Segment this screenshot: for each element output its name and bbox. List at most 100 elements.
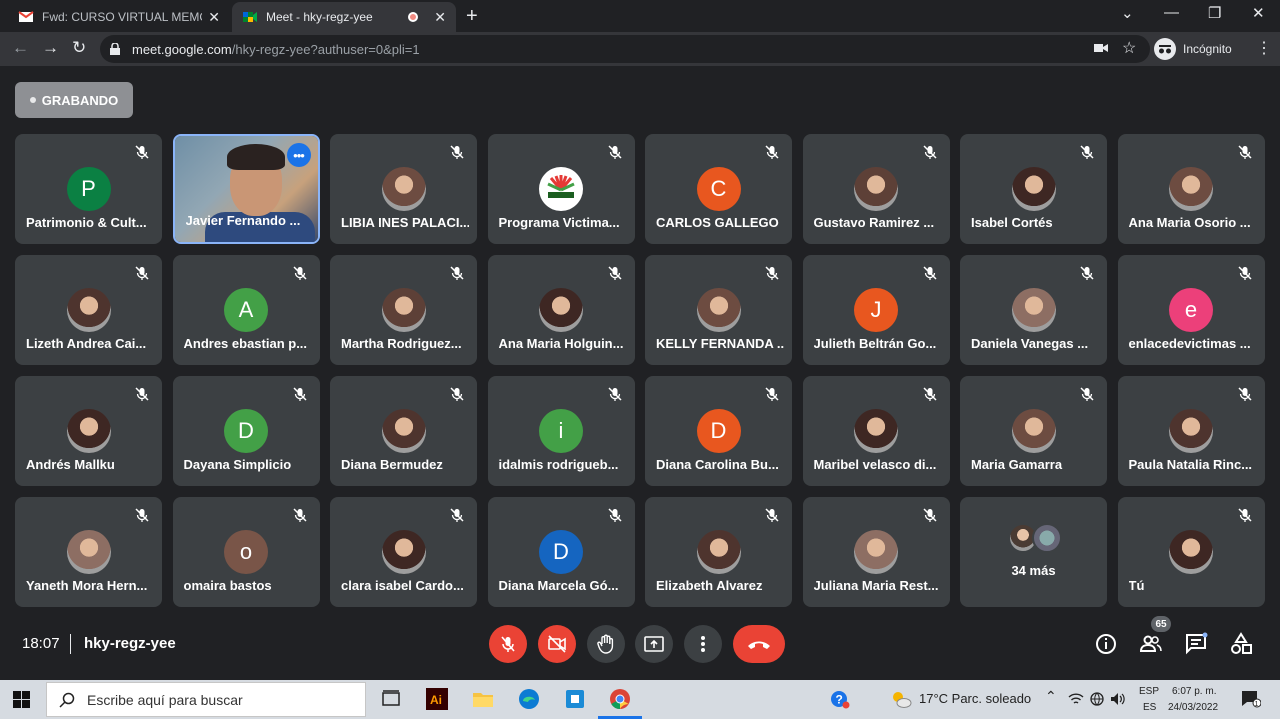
recording-icon <box>29 97 36 103</box>
participant-name: Daniela Vanegas ... <box>971 336 1089 351</box>
participant-tile[interactable]: D Diana Carolina Bu... <box>645 376 792 486</box>
participant-tile[interactable]: C CARLOS GALLEGO <box>645 134 792 244</box>
participant-tile[interactable]: Daniela Vanegas ... <box>960 255 1107 365</box>
back-icon[interactable]: ← <box>12 38 29 58</box>
more-options-icon[interactable]: ••• <box>286 143 311 167</box>
forward-icon[interactable]: → <box>42 38 59 58</box>
recording-badge[interactable]: GRABANDO <box>15 82 133 118</box>
participant-tile[interactable]: A Andres ebastian p... <box>172 255 320 365</box>
leave-call-button[interactable] <box>733 625 785 663</box>
store-icon[interactable] <box>564 688 586 710</box>
tab-gmail[interactable]: Fwd: CURSO VIRTUAL MEMORIA ✕ <box>8 2 230 32</box>
weather-text[interactable]: 17°C Parc. soleado <box>919 691 1031 706</box>
toggle-mic-button[interactable] <box>489 625 527 663</box>
camera-off-icon <box>548 635 566 653</box>
participant-tile[interactable]: Andrés Mallku <box>15 376 162 486</box>
mic-muted-icon <box>134 144 150 160</box>
participant-tile-self[interactable]: Tú <box>1117 497 1265 607</box>
address-bar[interactable]: meet.google.com/hky-regz-yee?authuser=0&… <box>100 35 1150 63</box>
hand-icon <box>597 634 614 654</box>
volume-icon[interactable] <box>1110 692 1126 706</box>
participant-tile[interactable]: i idalmis rodrigueb... <box>487 376 635 486</box>
participant-name: Martha Rodriguez... <box>341 336 462 351</box>
tab-meet[interactable]: Meet - hky-regz-yee ✕ <box>232 2 456 32</box>
participant-tile[interactable]: P Patrimonio & Cult... <box>15 134 162 244</box>
participant-count-badge: 65 <box>1151 616 1171 632</box>
participant-tile[interactable]: clara isabel Cardo... <box>330 497 477 607</box>
windows-start-icon[interactable] <box>13 691 30 708</box>
file-explorer-icon[interactable] <box>472 688 494 710</box>
language-top[interactable]: ESP <box>1139 686 1159 697</box>
new-tab-icon[interactable]: + <box>466 5 478 28</box>
participant-name: Gustavo Ramirez ... <box>813 215 935 230</box>
participant-tile[interactable]: Programa Victima... <box>487 134 635 244</box>
windows-taskbar: Escribe aquí para buscar Ai ? 17°C Parc.… <box>0 680 1280 719</box>
participant-tile[interactable]: o omaira bastos <box>172 497 320 607</box>
illustrator-icon[interactable]: Ai <box>426 688 448 710</box>
participant-tile[interactable]: LIBIA INES PALACI... <box>330 134 477 244</box>
present-screen-button[interactable] <box>635 625 673 663</box>
edge-icon[interactable] <box>518 688 540 710</box>
close-window-icon[interactable]: ✕ <box>1252 4 1265 22</box>
mic-muted-icon <box>764 144 780 160</box>
network-icon[interactable] <box>1089 692 1105 706</box>
participant-tile[interactable]: Martha Rodriguez... <box>330 255 477 365</box>
chat-icon[interactable] <box>1184 632 1208 656</box>
mic-muted-icon <box>134 386 150 402</box>
participant-tile[interactable]: Yaneth Mora Hern... <box>15 497 162 607</box>
recording-label: GRABANDO <box>41 92 119 108</box>
raise-hand-button[interactable] <box>587 625 625 663</box>
task-view-icon[interactable] <box>380 688 402 710</box>
chevron-up-icon[interactable]: ⌃ <box>1045 688 1057 705</box>
tab-search-icon[interactable]: ⌄ <box>1121 4 1134 22</box>
maximize-icon[interactable]: ❐ <box>1208 4 1221 22</box>
participant-tile[interactable]: Juliana Maria Rest... <box>802 497 950 607</box>
participant-tile[interactable]: Lizeth Andrea Cai... <box>15 255 162 365</box>
participant-tile[interactable]: KELLY FERNANDA ... <box>645 255 792 365</box>
participant-tile[interactable]: ••• Javier Fernando ... <box>172 134 320 244</box>
participant-tile[interactable]: Paula Natalia Rinc... <box>1117 376 1265 486</box>
participant-tile[interactable]: Ana Maria Osorio ... <box>1117 134 1265 244</box>
tab-title: Meet - hky-regz-yee <box>266 10 373 24</box>
chrome-icon[interactable] <box>609 688 631 710</box>
close-icon[interactable]: ✕ <box>208 9 220 26</box>
participant-tile[interactable]: Elizabeth Alvarez <box>645 497 792 607</box>
toggle-camera-button[interactable] <box>538 625 576 663</box>
participant-tile[interactable]: D Dayana Simplicio <box>172 376 320 486</box>
meeting-details-icon[interactable] <box>1094 632 1118 656</box>
help-icon[interactable]: ? <box>830 689 850 709</box>
taskbar-clock-time[interactable]: 6:07 p. m. <box>1172 686 1216 697</box>
wifi-icon[interactable] <box>1068 692 1084 706</box>
notifications-icon[interactable]: 1 <box>1241 690 1261 708</box>
participant-tile[interactable]: Maribel velasco di... <box>802 376 950 486</box>
browser-menu-icon[interactable]: ⋮ <box>1256 38 1272 58</box>
participant-name: Andres ebastian p... <box>183 336 308 351</box>
participant-tile[interactable]: Gustavo Ramirez ... <box>802 134 950 244</box>
incognito-badge[interactable]: Incógnito <box>1154 37 1232 61</box>
bookmark-star-icon[interactable]: ☆ <box>1122 38 1136 58</box>
language-bottom[interactable]: ES <box>1143 702 1156 713</box>
more-options-button[interactable] <box>684 625 722 663</box>
taskbar-search-box[interactable]: Escribe aquí para buscar <box>46 682 366 717</box>
participant-tile[interactable]: Diana Bermudez <box>330 376 477 486</box>
participant-tile[interactable]: Ana Maria Holguin... <box>487 255 635 365</box>
close-icon[interactable]: ✕ <box>434 9 446 26</box>
camera-blocked-icon[interactable] <box>1094 43 1108 53</box>
participant-tile[interactable]: Isabel Cortés <box>960 134 1107 244</box>
participant-name: Juliana Maria Rest... <box>813 578 939 593</box>
tab-title: Fwd: CURSO VIRTUAL MEMORIA <box>42 10 202 24</box>
more-participants-tile[interactable]: 34 más <box>960 497 1107 607</box>
minimize-icon[interactable]: — <box>1164 4 1179 21</box>
browser-toolbar: ← → ↻ meet.google.com/hky-regz-yee?authu… <box>0 32 1280 66</box>
people-icon[interactable] <box>1139 632 1163 656</box>
svg-text:?: ? <box>836 693 843 707</box>
participant-tile[interactable]: J Julieth Beltrán Go... <box>802 255 950 365</box>
participant-tile[interactable]: D Diana Marcela Gó... <box>487 497 635 607</box>
participant-avatar <box>66 288 111 332</box>
taskbar-clock-date[interactable]: 24/03/2022 <box>1168 702 1218 713</box>
participant-tile[interactable]: Maria Gamarra <box>960 376 1107 486</box>
participant-tile[interactable]: e enlacedevictimas ... <box>1117 255 1265 365</box>
participant-avatar: C <box>696 167 741 211</box>
reload-icon[interactable]: ↻ <box>72 38 86 58</box>
activities-icon[interactable] <box>1229 632 1253 656</box>
